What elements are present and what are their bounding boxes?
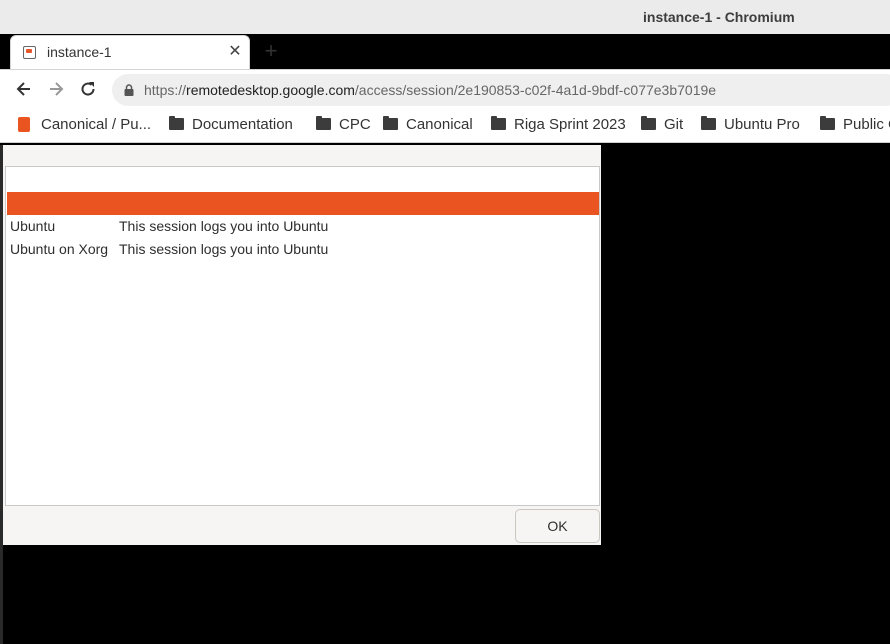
back-arrow-icon[interactable] [14, 79, 34, 99]
folder-icon [316, 116, 331, 130]
list-header [7, 168, 598, 192]
browser-tab[interactable]: instance-1 ✕ [10, 35, 250, 69]
folder-icon [491, 116, 506, 130]
remote-desktop-icon [23, 46, 36, 59]
session-description: This session logs you into Ubuntu [119, 218, 329, 234]
folder-icon [383, 116, 398, 130]
window-titlebar: instance-1 - Chromium [0, 0, 890, 34]
session-name: Ubuntu [10, 218, 56, 234]
remote-desktop-canvas[interactable]: Ubuntu This session logs you into Ubuntu… [0, 145, 890, 644]
forward-arrow-icon[interactable] [46, 79, 66, 99]
folder-icon [701, 116, 716, 130]
reload-icon[interactable] [78, 79, 98, 99]
session-chooser-dialog: Ubuntu This session logs you into Ubuntu… [3, 145, 601, 545]
selected-row-highlight[interactable] [7, 192, 599, 215]
bookmarks-bar: Canonical / Pu... Documentation CPC Cano… [0, 109, 890, 143]
ubuntu-favicon-icon [18, 117, 30, 132]
tab-title: instance-1 [47, 44, 112, 60]
session-list[interactable]: Ubuntu This session logs you into Ubuntu… [5, 166, 600, 506]
new-tab-button[interactable]: + [262, 40, 280, 62]
session-row-ubuntu[interactable]: Ubuntu This session logs you into Ubuntu [7, 215, 599, 238]
session-description: This session logs you into Ubuntu [119, 241, 329, 257]
ok-button[interactable]: OK [515, 509, 600, 543]
folder-icon [641, 116, 656, 130]
window-title: instance-1 - Chromium [643, 9, 795, 25]
url-text[interactable]: https://remotedesktop.google.com/access/… [144, 82, 716, 98]
folder-icon [820, 116, 835, 130]
session-row-ubuntu-xorg[interactable]: Ubuntu on Xorg This session logs you int… [7, 238, 599, 261]
session-name: Ubuntu on Xorg [10, 241, 109, 257]
lock-icon[interactable] [124, 84, 134, 96]
browser-toolbar: https://remotedesktop.google.com/access/… [0, 69, 890, 109]
close-tab-icon[interactable]: ✕ [227, 43, 243, 61]
address-bar[interactable]: https://remotedesktop.google.com/access/… [112, 74, 890, 106]
folder-icon [169, 116, 184, 130]
